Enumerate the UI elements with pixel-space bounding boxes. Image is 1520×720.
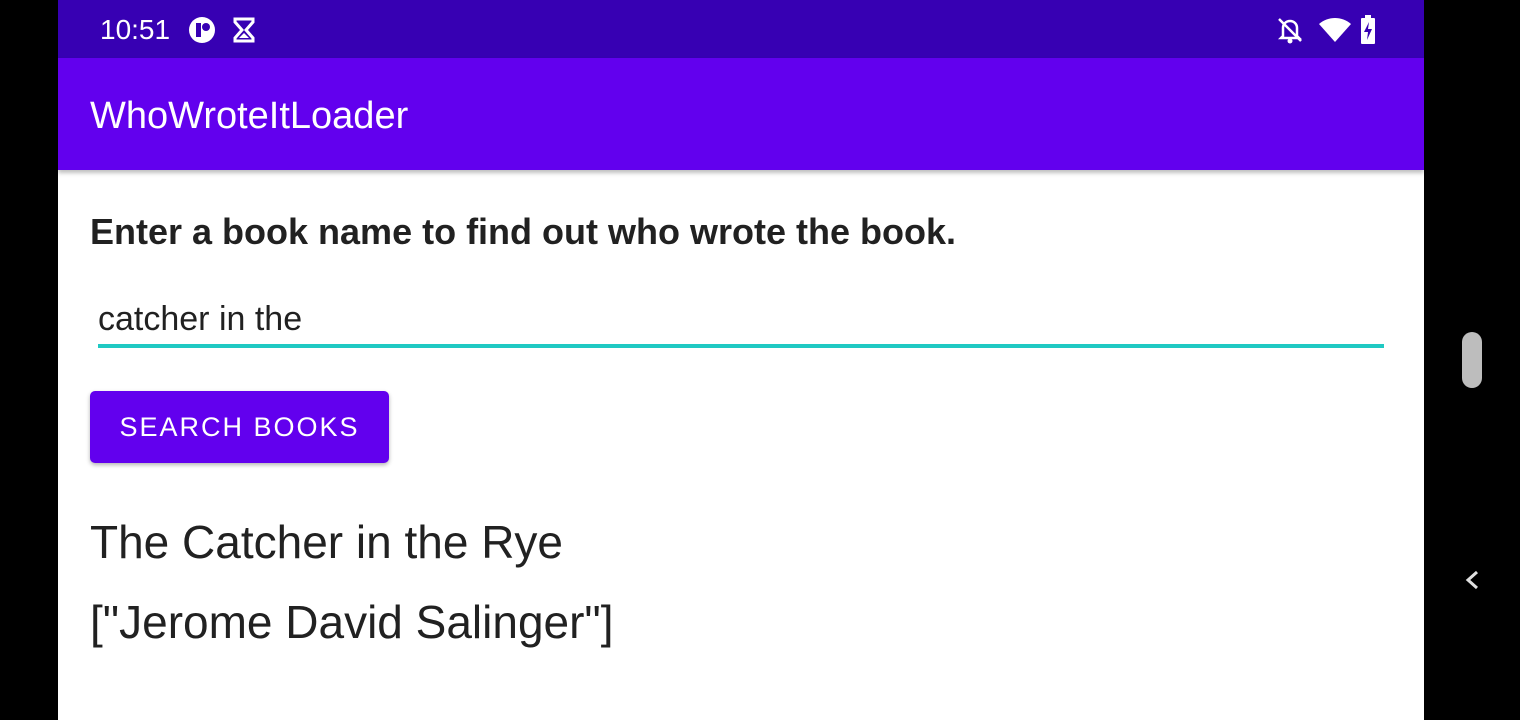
instructions-text: Enter a book name to find out who wrote … xyxy=(90,211,957,252)
app-title: WhoWroteItLoader xyxy=(90,95,409,137)
record-icon xyxy=(186,14,218,46)
result-book-title: The Catcher in the Rye xyxy=(90,516,564,568)
app-screen: 10:51 WhoWroteItLoader Enter a book name… xyxy=(58,0,1424,720)
hourglass-icon xyxy=(228,14,260,46)
wifi-icon xyxy=(1318,14,1351,46)
status-bar: 10:51 xyxy=(58,0,1424,58)
scroll-handle[interactable] xyxy=(1462,332,1482,388)
search-books-button[interactable]: SEARCH BOOKS xyxy=(90,391,389,463)
battery-charging-icon xyxy=(1358,14,1378,46)
status-time: 10:51 xyxy=(100,14,171,45)
app-bar: WhoWroteItLoader xyxy=(58,58,1424,170)
result-book-author: ["Jerome David Salinger"] xyxy=(90,596,614,648)
book-search-input[interactable] xyxy=(98,294,1384,348)
notifications-off-icon xyxy=(1274,14,1306,46)
back-chevron-icon[interactable] xyxy=(1458,564,1486,596)
